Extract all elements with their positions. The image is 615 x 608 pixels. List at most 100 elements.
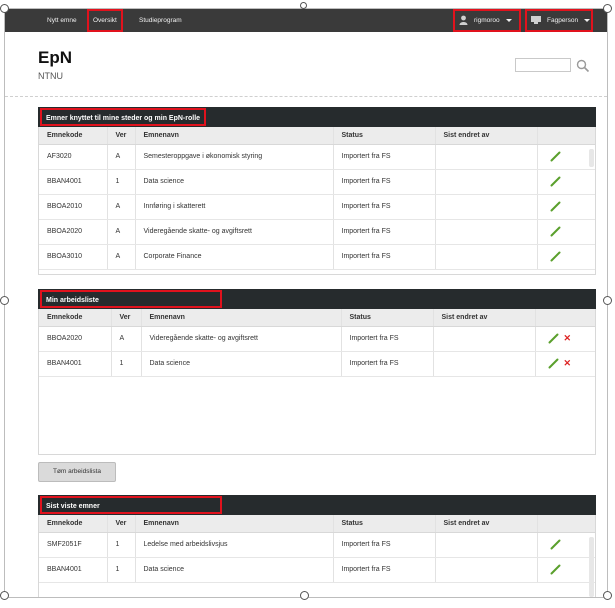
table-row[interactable]: BBAN4001 1 Data science Importert fra FS bbox=[39, 557, 595, 583]
role-menu[interactable]: Fagperson bbox=[525, 9, 593, 32]
column-header[interactable]: Sist endret av bbox=[433, 309, 536, 327]
clear-worklist-button[interactable]: Tøm arbeidslista bbox=[38, 462, 116, 482]
resize-handle-top-left[interactable] bbox=[0, 4, 9, 13]
last-edited-by bbox=[435, 532, 538, 558]
course-version: 1 bbox=[107, 169, 136, 195]
course-name: Data science bbox=[141, 351, 342, 377]
last-edited-by bbox=[435, 219, 538, 245]
section-recent-header: Sist viste emner bbox=[38, 495, 596, 515]
course-status: Importert fra FS bbox=[333, 244, 436, 270]
course-version: A bbox=[111, 326, 142, 352]
pencil-icon[interactable] bbox=[548, 358, 559, 369]
nav-overview[interactable]: Oversikt bbox=[87, 9, 123, 32]
last-edited-by bbox=[435, 194, 538, 220]
delete-icon[interactable]: ✕ bbox=[564, 358, 572, 369]
section-my-courses-header: Emner knyttet til mine steder og min EpN… bbox=[38, 107, 596, 127]
nav-study-program[interactable]: Studieprogram bbox=[139, 9, 182, 32]
top-navbar: Nytt emne Oversikt Studieprogram rigmoro… bbox=[5, 9, 607, 32]
column-header[interactable]: Sist endret av bbox=[435, 127, 538, 145]
column-header[interactable]: Status bbox=[341, 309, 434, 327]
last-edited-by bbox=[435, 144, 538, 170]
role-icon bbox=[531, 16, 541, 25]
pencil-icon[interactable] bbox=[550, 539, 561, 550]
course-name: Innføring i skatterett bbox=[135, 194, 334, 220]
row-actions bbox=[537, 557, 595, 583]
resize-handle-middle-right[interactable] bbox=[603, 296, 612, 305]
row-actions bbox=[537, 194, 595, 220]
delete-icon[interactable]: ✕ bbox=[564, 333, 572, 344]
section-recent-title: Sist viste emner bbox=[40, 496, 222, 514]
row-actions: ✕ bbox=[535, 351, 595, 377]
column-header[interactable]: Emnenavn bbox=[135, 515, 334, 533]
course-name: Data science bbox=[135, 557, 334, 583]
table-row[interactable]: BBOA2010 A Innføring i skatterett Importert… bbox=[39, 194, 595, 220]
resize-handle-bottom-left[interactable] bbox=[0, 591, 9, 600]
row-actions bbox=[537, 219, 595, 245]
header-divider bbox=[5, 96, 607, 97]
table-scrollbar[interactable] bbox=[589, 149, 594, 167]
column-header[interactable]: Ver bbox=[111, 309, 142, 327]
role-name: Fagperson bbox=[547, 17, 579, 24]
course-code: BBOA2010 bbox=[39, 194, 108, 220]
course-status: Importert fra FS bbox=[341, 351, 434, 377]
user-menu[interactable]: rigmoroo bbox=[453, 9, 521, 32]
table-row[interactable]: AF3020 A Semesteroppgave i økonomisk styri… bbox=[39, 144, 595, 170]
pencil-icon[interactable] bbox=[550, 201, 561, 212]
nav-new-course[interactable]: Nytt emne bbox=[47, 9, 77, 32]
course-version: 1 bbox=[107, 557, 136, 583]
course-version: 1 bbox=[107, 532, 136, 558]
course-version: A bbox=[107, 244, 136, 270]
course-code: BBOA2020 bbox=[39, 219, 108, 245]
column-header[interactable]: Emnenavn bbox=[135, 127, 334, 145]
column-header[interactable]: Emnenavn bbox=[141, 309, 342, 327]
table-row[interactable]: BBAN4001 1 Data science Importert fra FS ✕ bbox=[39, 351, 595, 377]
course-code: BBOA2020 bbox=[39, 326, 112, 352]
search-input[interactable] bbox=[515, 58, 571, 72]
table-scrollbar[interactable] bbox=[589, 537, 594, 597]
table-row[interactable]: BBOA3010 A Corporate Finance Importert fra … bbox=[39, 244, 595, 270]
table-header-row: Emnekode Ver Emnenavn Status Sist endret… bbox=[39, 515, 595, 533]
pencil-icon[interactable] bbox=[550, 176, 561, 187]
last-edited-by bbox=[435, 169, 538, 195]
resize-handle-bottom-right[interactable] bbox=[603, 591, 612, 600]
table-row[interactable]: BBOA2020 A Videregående skatte- og avgifts… bbox=[39, 326, 595, 352]
chevron-down-icon bbox=[505, 18, 512, 22]
course-name: Data science bbox=[135, 169, 334, 195]
column-header[interactable]: Ver bbox=[107, 127, 136, 145]
table-row[interactable]: BBOA2020 A Videregående skatte- og avgifts… bbox=[39, 219, 595, 245]
last-edited-by bbox=[433, 351, 536, 377]
resize-handle-top-right[interactable] bbox=[603, 4, 612, 13]
resize-handle-bottom-center[interactable] bbox=[300, 591, 309, 600]
row-actions bbox=[537, 144, 595, 170]
table-row[interactable]: SMF2051F 1 Ledelse med arbeidslivsjus Impor… bbox=[39, 532, 595, 558]
course-status: Importert fra FS bbox=[341, 326, 434, 352]
pencil-icon[interactable] bbox=[550, 151, 561, 162]
course-name: Corporate Finance bbox=[135, 244, 334, 270]
pencil-icon[interactable] bbox=[550, 564, 561, 575]
search-icon[interactable] bbox=[576, 59, 590, 73]
worklist-table: Emnekode Ver Emnenavn Status Sist endret… bbox=[38, 309, 596, 455]
rotate-handle[interactable] bbox=[300, 2, 307, 9]
column-header[interactable]: Sist endret av bbox=[435, 515, 538, 533]
column-header[interactable]: Emnekode bbox=[39, 515, 108, 533]
table-row[interactable]: BBAN4001 1 Data science Importert fra FS bbox=[39, 169, 595, 195]
course-status: Importert fra FS bbox=[333, 169, 436, 195]
column-header[interactable]: Status bbox=[333, 515, 436, 533]
course-code: AF3020 bbox=[39, 144, 108, 170]
table-header-row: Emnekode Ver Emnenavn Status Sist endret… bbox=[39, 127, 595, 145]
column-header[interactable]: Emnekode bbox=[39, 309, 112, 327]
resize-handle-middle-left[interactable] bbox=[0, 296, 9, 305]
course-code: BBAN4001 bbox=[39, 557, 108, 583]
column-header[interactable]: Emnekode bbox=[39, 127, 108, 145]
my-courses-table: Emnekode Ver Emnenavn Status Sist endret… bbox=[38, 127, 596, 275]
row-actions bbox=[537, 244, 595, 270]
column-header[interactable]: Status bbox=[333, 127, 436, 145]
pencil-icon[interactable] bbox=[548, 333, 559, 344]
column-header bbox=[535, 309, 595, 327]
pencil-icon[interactable] bbox=[550, 226, 561, 237]
column-header[interactable]: Ver bbox=[107, 515, 136, 533]
course-code: SMF2051F bbox=[39, 532, 108, 558]
app-title: EpN bbox=[38, 48, 72, 67]
course-version: A bbox=[107, 144, 136, 170]
pencil-icon[interactable] bbox=[550, 251, 561, 262]
